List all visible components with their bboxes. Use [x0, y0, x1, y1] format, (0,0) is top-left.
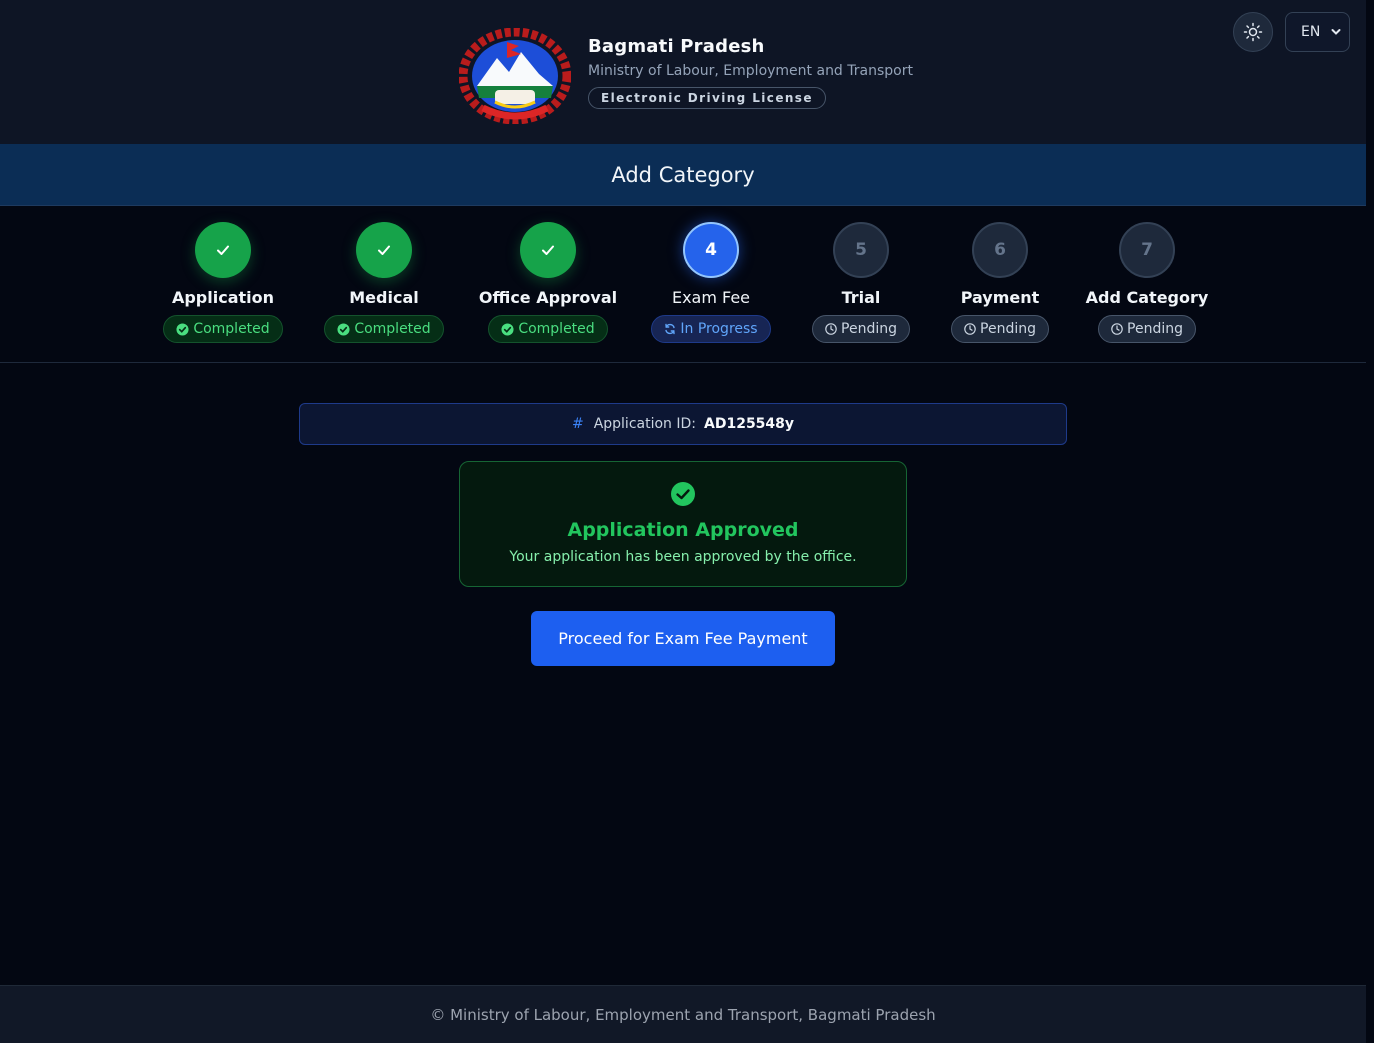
- status-badge: Pending: [812, 315, 910, 343]
- application-id-value: AD125548y: [704, 416, 795, 432]
- language-select[interactable]: EN: [1285, 12, 1350, 52]
- status-text: Pending: [1127, 321, 1183, 337]
- progress-stepper: Application Completed Medical Completed …: [0, 206, 1366, 363]
- step-exam-fee: 4 Exam Fee In Progress: [631, 222, 791, 343]
- approval-card: Application Approved Your application ha…: [459, 461, 907, 587]
- brand-subtitle: Ministry of Labour, Employment and Trans…: [588, 63, 913, 79]
- step-payment: 6 Payment Pending: [920, 222, 1080, 343]
- step-circle: 7: [1119, 222, 1175, 278]
- clock-icon: [825, 323, 837, 335]
- step-circle: [520, 222, 576, 278]
- clock-icon: [1111, 323, 1123, 335]
- step-circle: [195, 222, 251, 278]
- check-circle-icon: [176, 322, 189, 336]
- page-title: Add Category: [611, 162, 755, 187]
- check-circle-icon: [501, 322, 514, 336]
- check-icon: [217, 245, 229, 255]
- step-label: Office Approval: [478, 288, 618, 307]
- step-add-category: 7 Add Category Pending: [1067, 222, 1227, 343]
- step-label: Exam Fee: [671, 288, 751, 307]
- sun-icon: [1243, 22, 1263, 42]
- refresh-icon: [665, 323, 676, 335]
- approval-title: Application Approved: [567, 519, 799, 541]
- check-circle-icon: [671, 482, 695, 506]
- status-badge: Completed: [488, 315, 608, 343]
- step-trial: 5 Trial Pending: [781, 222, 941, 343]
- status-text: Completed: [193, 321, 270, 337]
- step-label: Application: [171, 288, 275, 307]
- step-office-approval: Office Approval Completed: [468, 222, 628, 343]
- application-id-label: Application ID:: [593, 416, 696, 432]
- license-badge: Electronic Driving License: [588, 87, 826, 109]
- status-text: Completed: [354, 321, 431, 337]
- proceed-exam-fee-button[interactable]: Proceed for Exam Fee Payment: [531, 611, 835, 666]
- check-icon: [542, 245, 554, 255]
- theme-toggle-button[interactable]: [1233, 12, 1273, 52]
- approval-message: Your application has been approved by th…: [509, 549, 857, 565]
- step-label: Add Category: [1085, 288, 1209, 307]
- check-circle-icon: [337, 322, 350, 336]
- nepal-emblem-logo: [459, 28, 571, 124]
- step-circle: 4: [683, 222, 739, 278]
- step-label: Payment: [960, 288, 1040, 307]
- brand-block: Bagmati Pradesh Ministry of Labour, Empl…: [588, 36, 913, 109]
- step-circle: [356, 222, 412, 278]
- status-badge: Completed: [324, 315, 444, 343]
- check-icon: [378, 245, 390, 255]
- brand-title: Bagmati Pradesh: [588, 36, 765, 57]
- site-footer: © Ministry of Labour, Employment and Tra…: [0, 985, 1366, 1043]
- application-id-box: # Application ID: AD125548y: [299, 403, 1067, 445]
- clock-icon: [964, 323, 976, 335]
- status-text: Pending: [980, 321, 1036, 337]
- chevron-down-icon: [1331, 29, 1341, 35]
- status-badge: In Progress: [651, 315, 771, 343]
- hash-icon: #: [571, 416, 584, 432]
- language-value: EN: [1301, 24, 1321, 40]
- status-text: Completed: [518, 321, 595, 337]
- step-circle: 5: [833, 222, 889, 278]
- status-badge: Completed: [163, 315, 283, 343]
- site-header: Bagmati Pradesh Ministry of Labour, Empl…: [0, 0, 1366, 145]
- step-application: Application Completed: [143, 222, 303, 343]
- step-label: Medical: [349, 288, 419, 307]
- step-medical: Medical Completed: [304, 222, 464, 343]
- status-text: Pending: [841, 321, 897, 337]
- footer-copyright: © Ministry of Labour, Employment and Tra…: [430, 1005, 936, 1024]
- status-text: In Progress: [680, 321, 758, 337]
- step-label: Trial: [841, 288, 881, 307]
- page-title-banner: Add Category: [0, 144, 1366, 206]
- status-badge: Pending: [1098, 315, 1196, 343]
- step-circle: 6: [972, 222, 1028, 278]
- status-badge: Pending: [951, 315, 1049, 343]
